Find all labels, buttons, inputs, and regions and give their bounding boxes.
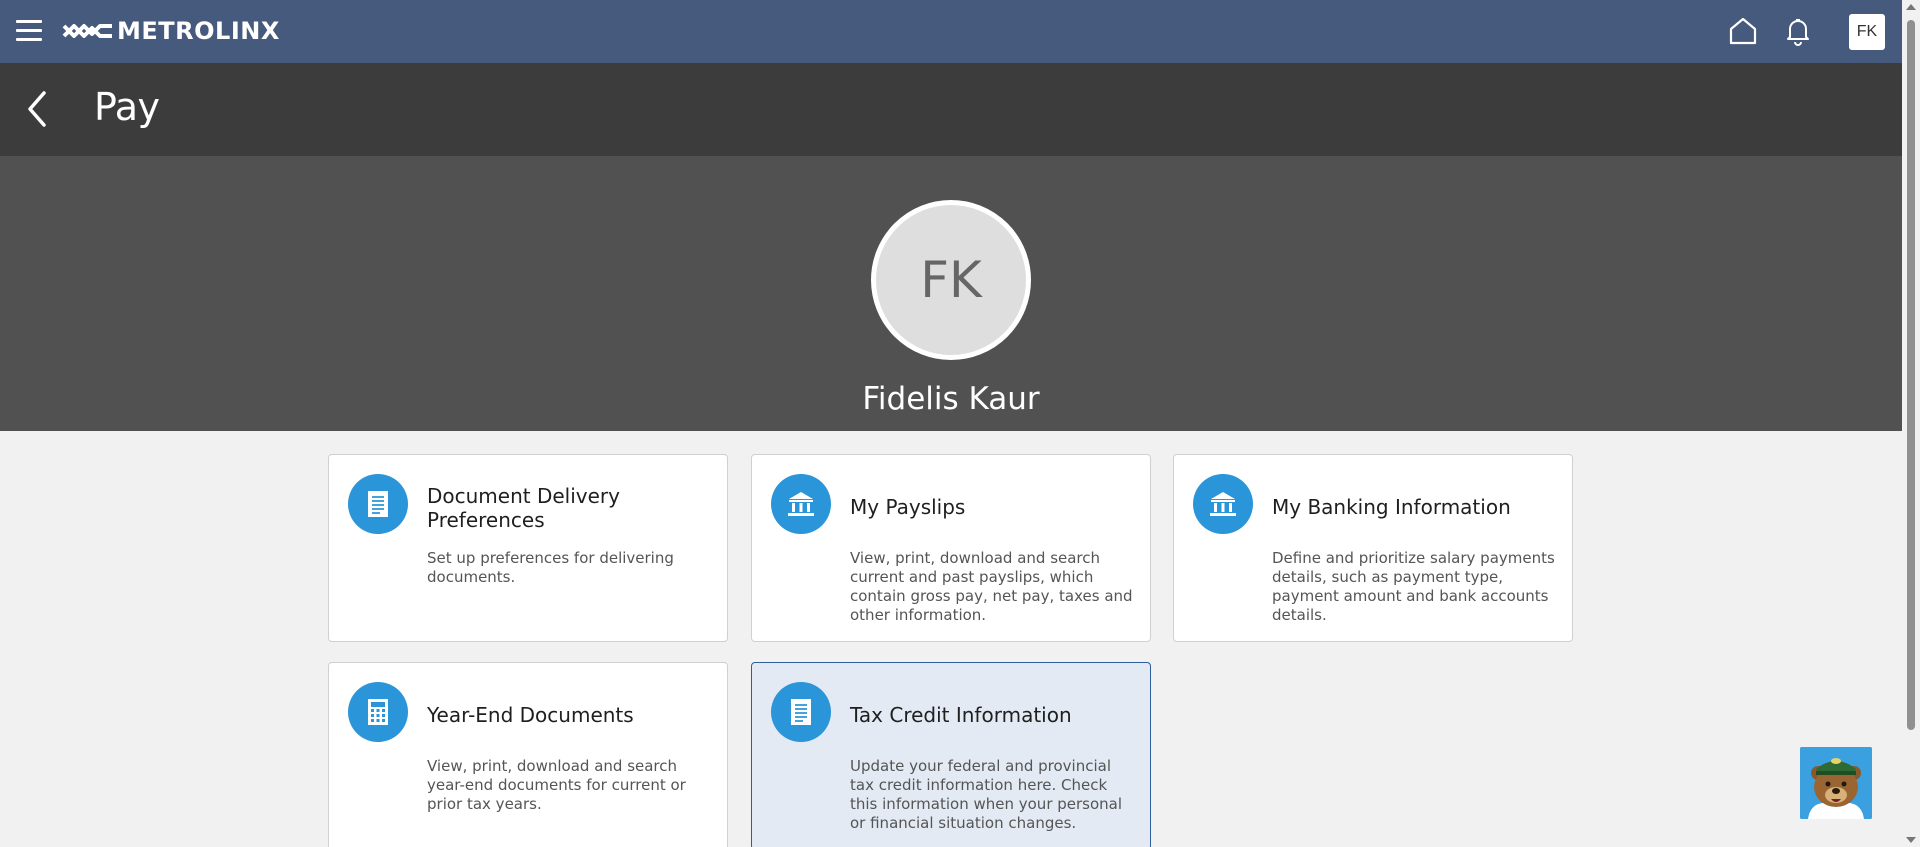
card-document-delivery-preferences[interactable]: Document Delivery Preferences Set up pre… [328,454,728,642]
page-title: Pay [94,85,160,129]
metrolinx-logo-mark-icon [62,24,112,38]
brand-name: METROLINX [117,17,280,45]
card-title: Tax Credit Information [850,703,1072,727]
metrolinx-logo[interactable]: METROLINX [62,17,280,45]
card-description: View, print, download and search current… [850,549,1133,624]
card-tax-credit-information[interactable]: Tax Credit Information Update your feder… [751,662,1151,847]
card-description: View, print, download and search year-en… [427,757,686,813]
scroll-down-arrow-icon[interactable] [1906,837,1916,843]
page-header: Pay [0,63,1902,156]
bank-icon [1193,474,1253,534]
card-year-end-documents[interactable]: Year-End Documents View, print, download… [328,662,728,847]
card-title: My Banking Information [1272,495,1511,519]
notifications-bell-icon[interactable] [1781,14,1815,48]
profile-avatar: FK [871,200,1031,360]
card-my-banking-information[interactable]: My Banking Information Define and priori… [1173,454,1573,642]
scroll-up-arrow-icon[interactable] [1906,4,1916,10]
chatbot-bear-avatar[interactable] [1800,747,1872,819]
document-icon [771,682,831,742]
user-avatar-button[interactable]: FK [1849,14,1885,50]
scrollbar-thumb[interactable] [1907,20,1915,730]
card-title: Document Delivery Preferences [427,484,620,532]
card-description: Define and prioritize salary payments de… [1272,549,1555,624]
bank-icon [771,474,831,534]
profile-name: Fidelis Kaur [862,381,1040,417]
back-arrow-icon[interactable] [22,87,52,131]
bear-mascot-icon [1800,747,1872,819]
card-title: My Payslips [850,495,966,519]
card-description: Set up preferences for delivering docume… [427,549,674,586]
hamburger-menu-icon[interactable] [16,20,42,42]
card-my-payslips[interactable]: My Payslips View, print, download and se… [751,454,1151,642]
home-icon[interactable] [1726,14,1760,48]
vertical-scrollbar[interactable] [1902,0,1920,847]
card-description: Update your federal and provincial tax c… [850,757,1123,832]
profile-banner: FK Fidelis Kaur [0,156,1902,431]
top-navigation-bar: METROLINX FK [0,0,1902,63]
document-icon [348,474,408,534]
calculator-icon [348,682,408,742]
card-title: Year-End Documents [427,703,634,727]
